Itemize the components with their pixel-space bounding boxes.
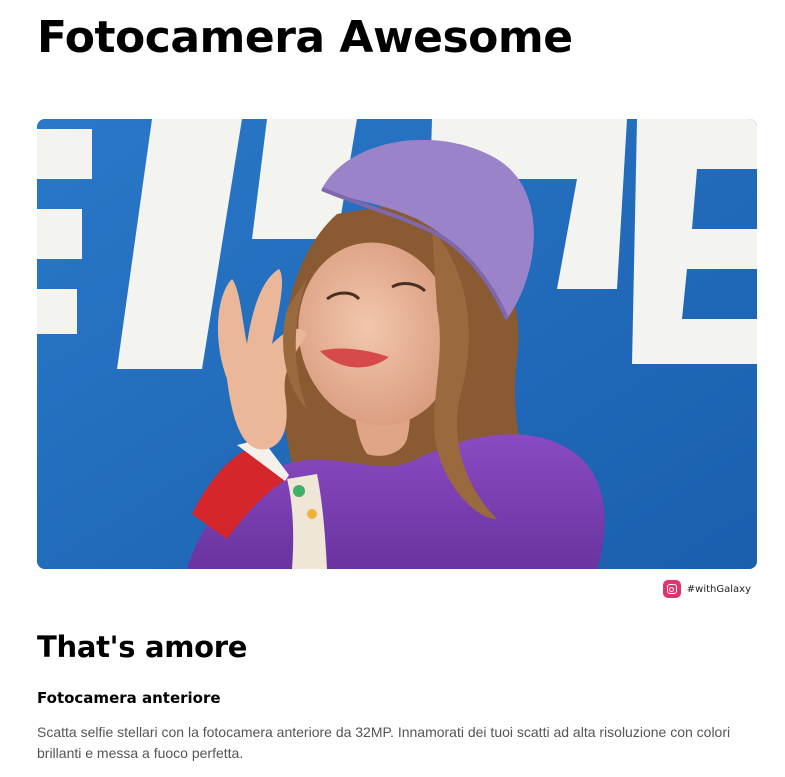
section-subtitle: Fotocamera anteriore (37, 689, 221, 707)
social-hashtag-link[interactable]: #withGalaxy (662, 580, 751, 598)
hero-image (37, 119, 757, 569)
section-description: Scatta selfie stellari con la fotocamera… (37, 724, 731, 761)
page-title: Fotocamera Awesome (37, 12, 573, 63)
instagram-icon (662, 580, 681, 598)
hashtag-label: #withGalaxy (686, 583, 751, 595)
section-title: That's amore (37, 630, 248, 664)
selfie-photo (37, 119, 757, 569)
